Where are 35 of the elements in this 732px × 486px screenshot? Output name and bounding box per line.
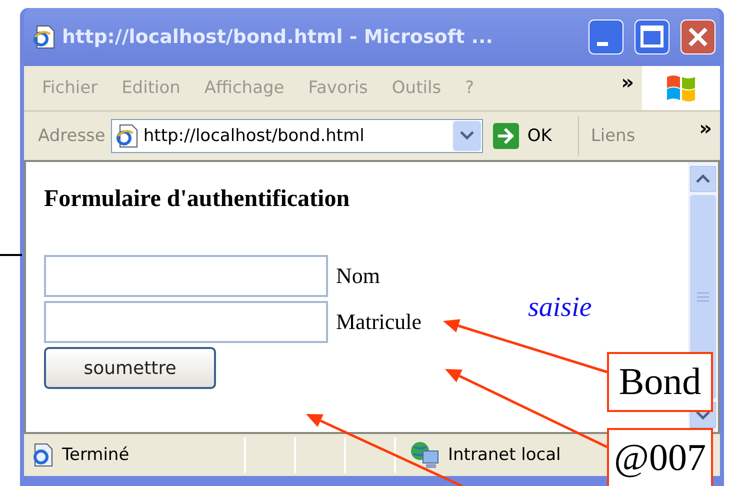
overflow-chevron[interactable]: » <box>613 70 642 94</box>
menu-item[interactable]: Fichier <box>42 78 98 98</box>
address-label: Adresse <box>38 126 106 146</box>
globe-computer-icon <box>410 441 440 469</box>
menu-item[interactable]: Favoris <box>308 78 368 98</box>
flag-icon <box>665 73 697 103</box>
maximize-button[interactable] <box>634 19 670 55</box>
minimize-button[interactable] <box>588 19 624 55</box>
page-icon <box>32 25 56 49</box>
field-label: Matricule <box>336 309 422 335</box>
links-button[interactable]: Liens <box>584 126 686 146</box>
grip-icon <box>696 291 710 303</box>
menu-item[interactable]: Edition <box>122 78 180 98</box>
menu-item[interactable]: Outils <box>392 78 442 98</box>
input-field[interactable] <box>44 301 328 343</box>
callout-tooltip: Bond <box>607 352 713 412</box>
page-icon <box>115 124 140 148</box>
status-text: Terminé <box>62 445 130 465</box>
scroll-up-button[interactable] <box>690 166 716 192</box>
submit-button[interactable]: soumettre <box>44 347 216 389</box>
menu-item[interactable]: ? <box>465 78 474 98</box>
input-field[interactable] <box>44 255 328 297</box>
address-field[interactable]: http://localhost/bond.html <box>111 119 484 153</box>
zone-text: Intranet local <box>448 445 561 465</box>
page-heading: Formulaire d'authentification <box>44 186 350 213</box>
field-label: Nom <box>336 263 380 289</box>
overflow-chevron[interactable]: » <box>691 116 720 140</box>
menu-item[interactable]: Affichage <box>204 78 284 98</box>
close-button[interactable] <box>680 19 716 55</box>
callout-tooltip: @007 <box>607 428 713 486</box>
go-button[interactable]: OK <box>489 116 579 156</box>
leader-line <box>0 254 22 256</box>
dropdown-button[interactable] <box>453 121 482 151</box>
window-title: http://localhost/bond.html - Microsoft ... <box>62 26 494 48</box>
annotation-text: saisie <box>528 292 592 324</box>
